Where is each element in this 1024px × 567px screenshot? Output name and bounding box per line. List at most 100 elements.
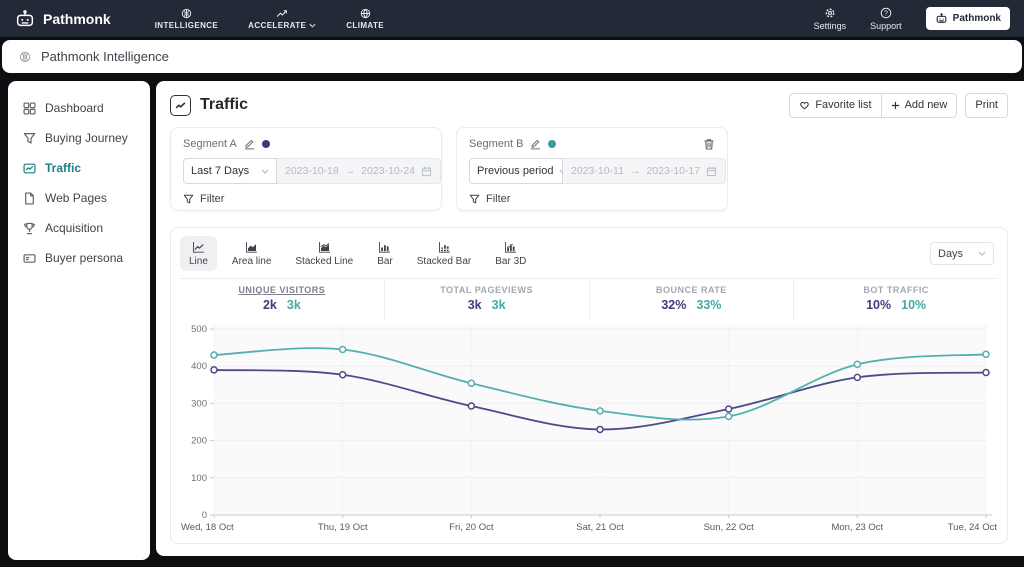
- svg-text:?: ?: [884, 10, 888, 17]
- svg-text:0: 0: [202, 510, 207, 521]
- segment-b-range-select[interactable]: Previous period: [469, 158, 567, 184]
- sidebar-item-dashboard[interactable]: Dashboard: [8, 93, 150, 123]
- nav-right: Settings ? Support Pathmonk: [814, 7, 1010, 31]
- breadcrumb: Pathmonk Intelligence: [41, 49, 169, 64]
- bot-traffic-segment-a-value: 10%: [866, 298, 892, 312]
- metric-bounce-rate[interactable]: BOUNCE RATE 32% 33%: [588, 279, 794, 319]
- edit-pencil-icon[interactable]: [244, 138, 255, 150]
- area-chart-icon: [245, 241, 258, 254]
- document-icon: [23, 191, 36, 205]
- nav-climate[interactable]: CLIMATE: [346, 8, 384, 30]
- svg-text:100: 100: [191, 473, 207, 484]
- settings-button[interactable]: Settings: [814, 7, 846, 31]
- page-title: Traffic: [200, 96, 249, 113]
- segment-a-name: Segment A: [183, 138, 237, 150]
- metrics-row: UNIQUE VISITORS 2k 3k TOTAL PAGEVIEWS 3k…: [180, 278, 998, 319]
- sidebar: Dashboard Buying Journey Traffic Web Pag…: [8, 81, 150, 560]
- gear-icon: [824, 7, 836, 19]
- segment-a-range-select[interactable]: Last 7 Days: [183, 158, 277, 184]
- chart-type-bar-3d[interactable]: Bar 3D: [486, 236, 535, 271]
- dashboard-grid-icon: [23, 101, 36, 115]
- intelligence-icon-gray: [19, 51, 31, 63]
- svg-text:200: 200: [191, 436, 207, 447]
- bot-traffic-segment-b-value: 10%: [901, 298, 927, 312]
- trophy-icon: [23, 222, 36, 235]
- unique-visitors-segment-b-value: 3k: [286, 298, 301, 312]
- sidebar-item-acquisition[interactable]: Acquisition: [8, 213, 150, 243]
- svg-text:300: 300: [191, 398, 207, 409]
- chevron-down-icon: [978, 251, 986, 256]
- stacked-bar-icon: [438, 241, 451, 254]
- arrow-right: →: [629, 165, 641, 177]
- edit-pencil-icon[interactable]: [530, 138, 541, 150]
- chart-type-line[interactable]: Line: [180, 236, 217, 271]
- segment-b-color-dot: [548, 140, 557, 148]
- chart-type-stacked-line[interactable]: Stacked Line: [286, 236, 362, 271]
- climate-globe-icon: [360, 8, 371, 19]
- add-new-button[interactable]: Add new: [881, 92, 958, 118]
- chart-type-area-line[interactable]: Area line: [223, 236, 280, 271]
- segment-a-card: Segment A Last 7 Days 2023-10-18 → 2023-…: [170, 127, 442, 211]
- plus-icon: [891, 101, 900, 110]
- svg-text:500: 500: [191, 324, 207, 335]
- filter-funnel-icon: [183, 194, 194, 205]
- heart-icon: [799, 100, 810, 110]
- pathmonk-robot-icon-small: [935, 12, 948, 25]
- interval-select[interactable]: Days: [930, 242, 994, 265]
- segment-b-filter-button[interactable]: Filter: [469, 193, 715, 205]
- traffic-chart-icon: [23, 162, 36, 175]
- support-button[interactable]: ? Support: [870, 7, 902, 31]
- svg-text:Sun, 22 Oct: Sun, 22 Oct: [704, 522, 755, 533]
- metric-bot-traffic[interactable]: BOT TRAFFIC 10% 10%: [793, 279, 998, 319]
- chevron-down-icon: [261, 169, 269, 174]
- metric-total-pageviews[interactable]: TOTAL PAGEVIEWS 3k 3k: [383, 279, 589, 319]
- filter-funnel-icon: [469, 194, 480, 205]
- main-content: Traffic Favorite list Add new Print Segm…: [156, 81, 1024, 556]
- delete-segment-icon[interactable]: [703, 138, 715, 151]
- traffic-line-chart[interactable]: 0 100 200 300 400 500 Wed, 18 Oct Thu, 19 Oct Fr…: [180, 321, 998, 539]
- funnel-icon: [23, 132, 36, 145]
- svg-text:Thu, 19 Oct: Thu, 19 Oct: [318, 522, 368, 533]
- intelligence-icon: [181, 8, 192, 19]
- segment-b-date-range[interactable]: 2023-10-11 → 2023-10-17: [563, 158, 727, 184]
- brand-name: Pathmonk: [43, 10, 111, 27]
- chevron-down-icon: [309, 23, 316, 28]
- bounce-rate-segment-b-value: 33%: [696, 298, 722, 312]
- total-pageviews-segment-b-value: 3k: [491, 298, 506, 312]
- chart-type-stacked-bar[interactable]: Stacked Bar: [408, 236, 480, 271]
- nav-accelerate[interactable]: ACCELERATE: [248, 8, 316, 30]
- account-button[interactable]: Pathmonk: [925, 7, 1010, 30]
- top-navbar: Pathmonk INTELLIGENCE ACCELERATE CLIMATE…: [0, 0, 1024, 37]
- svg-text:Fri, 20 Oct: Fri, 20 Oct: [449, 522, 494, 533]
- chart-type-bar[interactable]: Bar: [368, 236, 402, 271]
- sidebar-item-buyer-persona[interactable]: Buyer persona: [8, 243, 150, 273]
- segment-a-filter-button[interactable]: Filter: [183, 193, 429, 205]
- svg-text:Wed, 18 Oct: Wed, 18 Oct: [181, 522, 234, 533]
- brand-logo[interactable]: Pathmonk: [14, 8, 111, 30]
- traffic-page-icon: [170, 94, 191, 116]
- segments-row: Segment A Last 7 Days 2023-10-18 → 2023-…: [170, 127, 1008, 211]
- total-pageviews-segment-a-value: 3k: [467, 298, 482, 312]
- page-header: Traffic Favorite list Add new Print: [170, 91, 1008, 119]
- segment-b-name: Segment B: [469, 138, 524, 150]
- sidebar-item-buying-journey[interactable]: Buying Journey: [8, 123, 150, 153]
- sidebar-item-web-pages[interactable]: Web Pages: [8, 183, 150, 213]
- bar-chart-icon: [378, 241, 391, 254]
- nav-intelligence[interactable]: INTELLIGENCE: [155, 8, 218, 30]
- favorite-list-button[interactable]: Favorite list: [789, 92, 882, 118]
- svg-text:Sat, 21 Oct: Sat, 21 Oct: [576, 522, 624, 533]
- segment-a-date-range[interactable]: 2023-10-18 → 2023-10-24: [277, 158, 441, 184]
- segment-a-color-dot: [261, 140, 270, 148]
- bounce-rate-segment-a-value: 32%: [661, 298, 687, 312]
- header-button-group: Favorite list Add new: [789, 92, 958, 118]
- svg-text:Tue, 24 Oct: Tue, 24 Oct: [948, 522, 998, 533]
- calendar-icon: [706, 166, 717, 177]
- sidebar-item-traffic[interactable]: Traffic: [8, 153, 150, 183]
- print-button[interactable]: Print: [965, 92, 1008, 118]
- bar-3d-icon: [504, 241, 517, 254]
- breadcrumb-bar: Pathmonk Intelligence: [2, 40, 1022, 73]
- metric-unique-visitors[interactable]: UNIQUE VISITORS 2k 3k: [180, 279, 384, 319]
- segment-b-card: Segment B Previous period 2023-10-11 → 2…: [456, 127, 728, 211]
- line-chart-icon: [192, 241, 205, 254]
- unique-visitors-segment-a-value: 2k: [262, 298, 277, 312]
